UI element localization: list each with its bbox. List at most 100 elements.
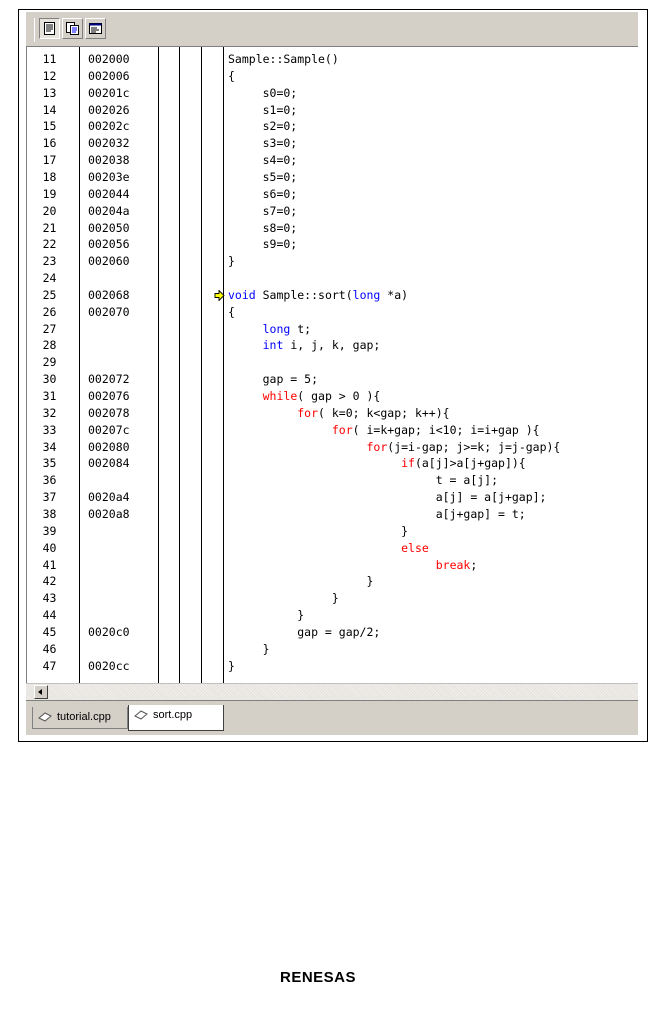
line-number: 18 <box>42 169 57 184</box>
code-token: Sample::Sample() <box>228 52 339 66</box>
code-token: s1=0; <box>228 102 298 117</box>
line-number: 25 <box>42 287 57 302</box>
code-text: break; <box>228 557 478 574</box>
line-number: 41 <box>42 557 57 572</box>
code-keyword: for <box>366 439 388 454</box>
source-line[interactable]: 16 002032 s3=0; <box>27 135 639 152</box>
code-token: ( i=k+gap; i<10; i=i+gap ){ <box>352 422 540 437</box>
line-number: 35 <box>42 456 57 471</box>
source-line[interactable]: 29 <box>27 354 639 371</box>
source-line[interactable]: 27 long t; <box>27 321 639 338</box>
line-number: 46 <box>42 641 57 656</box>
source-line[interactable]: 39 } <box>27 523 639 540</box>
code-token: ( k=0; k<gap; k++){ <box>318 405 450 420</box>
line-number: 15 <box>42 119 57 134</box>
mixed-view-button[interactable] <box>62 18 83 39</box>
code-keyword: for <box>297 405 319 420</box>
view-mode-buttons <box>34 18 106 42</box>
source-line[interactable]: 17 002038 s4=0; <box>27 152 639 169</box>
line-address: 00201c <box>88 85 130 100</box>
tab-sort-cpp[interactable]: sort.cpp <box>128 705 224 731</box>
source-line[interactable]: 20 00204a s7=0; <box>27 203 639 220</box>
source-line[interactable]: 33 00207c for( i=k+gap; i<10; i=i+gap ){ <box>27 422 639 439</box>
code-text: } <box>228 253 235 270</box>
code-text: s3=0; <box>228 135 298 152</box>
code-text: } <box>228 573 373 590</box>
tab-tutorial-cpp[interactable]: tutorial.cpp <box>32 707 128 729</box>
code-token: } <box>228 658 235 673</box>
code-token: ( gap > 0 ){ <box>297 389 381 403</box>
code-token: s3=0; <box>228 136 298 151</box>
scroll-left-arrow-icon[interactable] <box>34 685 48 699</box>
source-line[interactable]: 28 int i, j, k, gap; <box>27 337 639 354</box>
source-line[interactable]: 13 00201c s0=0; <box>27 85 639 102</box>
code-token: t = a[j]; <box>228 473 499 488</box>
source-line[interactable]: 25 002068 void Sample::sort(long *a) <box>27 287 639 304</box>
source-editor[interactable]: 11 002000 Sample::Sample() 12 002006{13 00201… <box>26 47 639 683</box>
code-text: for( i=k+gap; i<10; i=i+gap ){ <box>228 422 540 439</box>
code-keyword: if <box>401 456 415 471</box>
source-line[interactable]: 44 } <box>27 607 639 624</box>
source-line[interactable]: 19 002044 s6=0; <box>27 186 639 203</box>
code-text: { <box>228 304 235 321</box>
source-line[interactable]: 15 00202c s2=0; <box>27 118 639 135</box>
source-line[interactable]: 31 002076 while( gap > 0 ){ <box>27 388 639 405</box>
code-keyword: break <box>435 557 471 572</box>
line-address: 002000 <box>88 52 130 66</box>
line-number: 16 <box>42 136 57 151</box>
source-line[interactable]: 38 0020a8 a[j+gap] = t; <box>27 506 639 523</box>
source-line[interactable]: 36 t = a[j]; <box>27 472 639 489</box>
source-line[interactable]: 21 002050 s8=0; <box>27 220 639 237</box>
code-text: s4=0; <box>228 152 298 169</box>
line-address: 002084 <box>88 456 130 471</box>
line-number: 38 <box>42 506 57 521</box>
source-line[interactable]: 46 } <box>27 641 639 658</box>
source-line[interactable]: 40 else <box>27 540 639 557</box>
line-number: 13 <box>42 85 57 100</box>
source-view-button[interactable] <box>39 18 60 39</box>
line-address: 002060 <box>88 254 130 269</box>
source-line[interactable]: 34 002080 for(j=i-gap; j>=k; j=j-gap){ <box>27 439 639 456</box>
source-line[interactable]: 45 0020c0 gap = gap/2; <box>27 624 639 641</box>
line-address: 00203e <box>88 169 130 184</box>
source-line[interactable]: 23 002060} <box>27 253 639 270</box>
file-tab-icon <box>134 710 148 720</box>
disassembly-view-button[interactable] <box>85 18 106 39</box>
code-text: a[j+gap] = t; <box>228 506 526 523</box>
line-address: 0020a4 <box>88 490 130 505</box>
code-text: s7=0; <box>228 203 298 220</box>
code-token: s5=0; <box>228 169 298 184</box>
line-number: 36 <box>42 473 57 488</box>
code-text: long t; <box>228 321 311 338</box>
source-line[interactable]: 35 002084 if(a[j]>a[j+gap]){ <box>27 455 639 472</box>
source-line[interactable]: 32 002078 for( k=0; k<gap; k++){ <box>27 405 639 422</box>
source-line[interactable]: 12 002006 { <box>27 68 639 85</box>
source-line[interactable]: 14 002026 s1=0; <box>27 102 639 119</box>
code-token: a[j] = a[j+gap]; <box>228 490 547 505</box>
source-line[interactable]: 41 break; <box>27 557 639 574</box>
code-token: (a[j]>a[j+gap]){ <box>414 456 526 471</box>
line-address: 002068 <box>88 287 130 302</box>
source-line[interactable]: 26 002070 { <box>27 304 639 321</box>
source-line[interactable]: 37 0020a4 a[j] = a[j+gap]; <box>27 489 639 506</box>
line-address: 002056 <box>88 237 130 252</box>
code-text: s1=0; <box>228 102 298 119</box>
source-line[interactable]: 18 00203e s5=0; <box>27 169 639 186</box>
source-line[interactable]: 24 <box>27 270 639 287</box>
source-line[interactable]: 47 0020cc} <box>27 658 639 675</box>
source-line[interactable]: 30 002072 gap = 5; <box>27 371 639 388</box>
line-address: 0020cc <box>88 658 130 673</box>
horizontal-scrollbar[interactable] <box>26 683 638 700</box>
source-line[interactable]: 42 } <box>27 573 639 590</box>
source-line[interactable]: 11 002000 Sample::Sample() <box>27 51 639 68</box>
source-line[interactable]: 43 } <box>27 590 639 607</box>
line-address: 002026 <box>88 102 130 117</box>
code-text: s6=0; <box>228 186 298 203</box>
source-line[interactable]: 22 002056 s9=0; <box>27 236 639 253</box>
code-text: { <box>228 68 235 85</box>
code-token: } <box>228 574 374 589</box>
